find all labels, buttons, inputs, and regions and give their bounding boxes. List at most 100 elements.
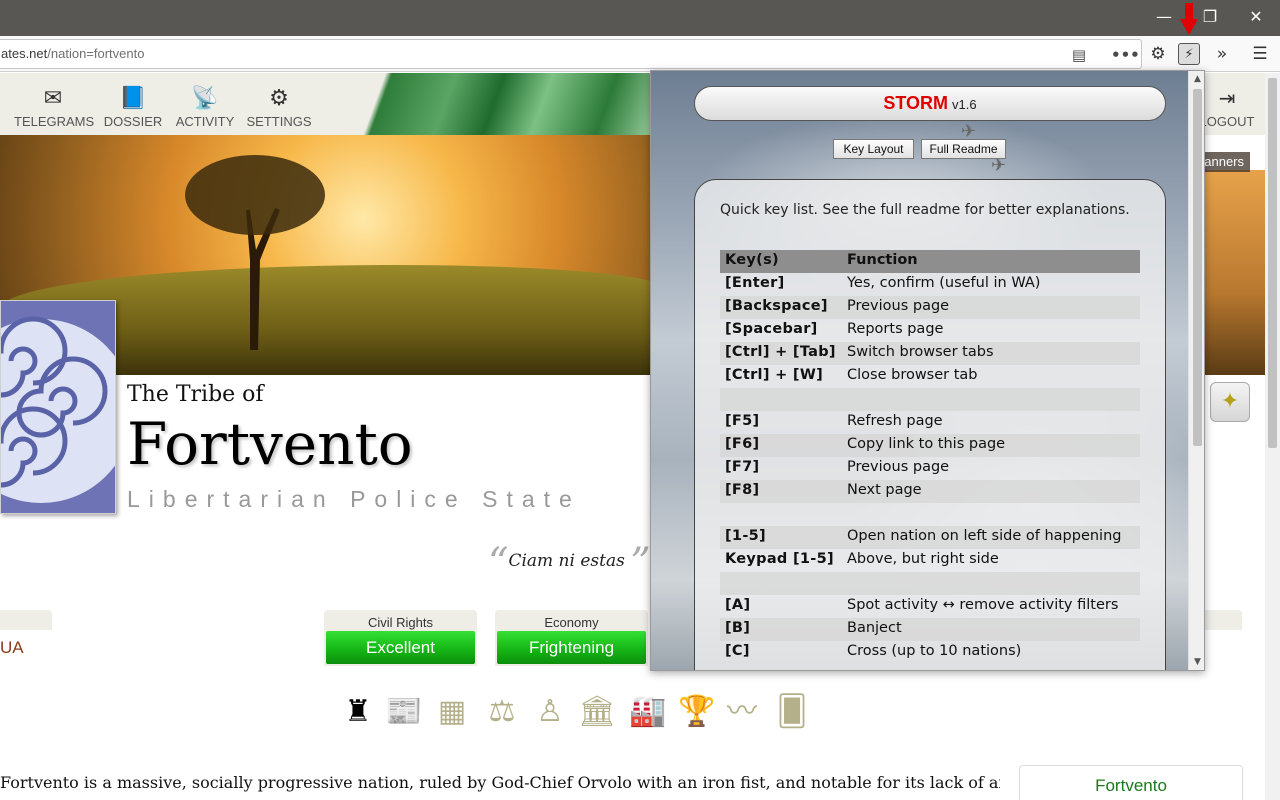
function-cell: Switch browser tabs bbox=[847, 344, 994, 360]
minimize-button[interactable]: — bbox=[1152, 6, 1176, 28]
function-cell: Previous page bbox=[847, 298, 950, 314]
function-cell: Next page bbox=[847, 482, 922, 498]
government-building-icon[interactable]: 🏛 bbox=[576, 692, 618, 732]
function-cell: Cross (up to 10 nations) bbox=[847, 643, 1022, 659]
reader-view-icon[interactable]: ▤ bbox=[1069, 45, 1089, 65]
nation-category: Libertarian Police State bbox=[127, 486, 581, 512]
nav-activity[interactable]: 📡 ACTIVITY bbox=[174, 85, 236, 130]
trophy-icon[interactable]: 🏆 bbox=[676, 692, 718, 732]
triskelion-icon bbox=[1, 316, 115, 503]
function-cell: Reports page bbox=[847, 321, 944, 337]
nation-pretitle: The Tribe of bbox=[127, 382, 264, 407]
close-button[interactable]: ✕ bbox=[1244, 6, 1268, 28]
settings-gear-icon[interactable]: ⚙ bbox=[1146, 43, 1170, 65]
document-icon[interactable]: ▦ bbox=[432, 692, 472, 732]
nav-logout[interactable]: ⇥ LOGOUT bbox=[1196, 86, 1258, 129]
nav-settings[interactable]: ⚙ SETTINGS bbox=[246, 85, 312, 130]
stat-economy[interactable]: Economy Frightening bbox=[495, 610, 648, 666]
banner-tree bbox=[185, 155, 325, 350]
key-table-body: [Enter] Yes, confirm (useful in WA) [Backs… bbox=[720, 273, 1140, 664]
nation-motto: “Ciam ni estas ” bbox=[488, 540, 651, 586]
key-cell: Keypad [1-5] bbox=[725, 551, 834, 567]
newspaper-icon[interactable]: 📰 bbox=[382, 692, 426, 732]
function-cell: Above, but right side bbox=[847, 551, 999, 567]
person-icon[interactable]: ♙ bbox=[532, 692, 568, 732]
header-keys: Key(s) bbox=[725, 252, 779, 268]
endorse-stamp-icon[interactable]: ✦ bbox=[1210, 382, 1250, 422]
table-row: [Ctrl] + [Tab] Switch browser tabs bbox=[720, 342, 1140, 365]
function-cell: Yes, confirm (useful in WA) bbox=[847, 275, 1041, 291]
scroll-up-icon[interactable]: ▲ bbox=[1189, 71, 1204, 87]
url-bar[interactable]: ates.net/nation=fortvento ▤ ••• bbox=[0, 39, 1142, 69]
key-table-header: Key(s) Function bbox=[720, 250, 1140, 273]
scroll-down-icon[interactable]: ▼ bbox=[1189, 654, 1204, 670]
navbar-decoration bbox=[360, 73, 660, 135]
restore-button[interactable]: ❐ bbox=[1198, 6, 1222, 28]
key-layout-button[interactable]: Key Layout bbox=[833, 139, 914, 159]
key-cell: [F7] bbox=[725, 459, 760, 475]
table-row: [F7] Previous page bbox=[720, 457, 1140, 480]
stat-civil-rights[interactable]: Civil Rights Excellent bbox=[324, 610, 477, 666]
popup-scrollbar[interactable]: ▲ ▼ bbox=[1188, 71, 1204, 670]
table-row: [Backspace] Previous page bbox=[720, 296, 1140, 319]
function-cell: Open nation on left side of happening bbox=[847, 528, 1122, 544]
function-cell: Spot activity ↔ remove activity filters bbox=[847, 597, 1119, 613]
storm-popup: ✈ ✈ ✈ STORMv1.6 Key Layout Full Readme Q… bbox=[650, 70, 1205, 671]
nav-telegrams[interactable]: ✉ TELEGRAMS bbox=[14, 86, 95, 130]
satellite-dish-icon: 📡 bbox=[191, 85, 219, 110]
scales-icon[interactable]: ⚖ bbox=[478, 692, 526, 732]
screen: — ❐ ✕ ates.net/nation=fortvento ▤ ••• ⚙ … bbox=[0, 0, 1280, 800]
nation-sidebox[interactable]: Fortvento bbox=[1019, 765, 1243, 800]
header-function: Function bbox=[847, 252, 918, 268]
table-row: [Enter] Yes, confirm (useful in WA) bbox=[720, 273, 1140, 296]
function-cell: Refresh page bbox=[847, 413, 943, 429]
key-cell: [1-5] bbox=[725, 528, 766, 544]
page-scrollbar[interactable] bbox=[1265, 73, 1280, 800]
function-cell: Close browser tab bbox=[847, 367, 978, 383]
key-cell: [F8] bbox=[725, 482, 760, 498]
stat-value: Frightening bbox=[497, 631, 646, 664]
storm-extension-icon[interactable]: ⚡ bbox=[1178, 43, 1200, 65]
key-cell: [C] bbox=[725, 643, 750, 659]
stat-label: Civil Rights bbox=[367, 615, 433, 630]
hamburger-menu-icon[interactable]: ☰ bbox=[1248, 43, 1272, 65]
table-row: [B] Banject bbox=[720, 618, 1140, 641]
factory-icon[interactable]: 🏭 bbox=[626, 692, 670, 732]
function-cell: Copy link to this page bbox=[847, 436, 1006, 452]
table-row: [F5] Refresh page bbox=[720, 411, 1140, 434]
table-row: [F8] Next page bbox=[720, 480, 1140, 503]
table-row: [Ctrl] + [W] Close browser tab bbox=[720, 365, 1140, 388]
browser-titlebar: — ❐ ✕ bbox=[0, 0, 1280, 36]
nation-flag[interactable] bbox=[0, 300, 116, 514]
url-path: /nation=fortvento bbox=[47, 46, 145, 61]
nav-logout-label: LOGOUT bbox=[1199, 114, 1255, 129]
table-row: [F6] Copy link to this page bbox=[720, 434, 1140, 457]
popup-scrollbar-thumb[interactable] bbox=[1193, 89, 1202, 446]
storm-header: STORM v1.6 bbox=[694, 86, 1166, 121]
gears-icon: ⚙ bbox=[269, 85, 289, 110]
page-actions-icon[interactable]: ••• bbox=[1111, 45, 1140, 65]
page-scrollbar-thumb[interactable] bbox=[1268, 78, 1277, 448]
logout-icon: ⇥ bbox=[1218, 88, 1236, 110]
nav-dossier[interactable]: 📘 DOSSIER bbox=[102, 85, 164, 130]
red-arrow-icon bbox=[1180, 3, 1198, 35]
book-icon: 📘 bbox=[119, 85, 147, 110]
table-row: Keypad [1-5] Above, but right side bbox=[720, 549, 1140, 572]
key-table: Key(s) Function [Enter] Yes, confirm (use… bbox=[720, 250, 1140, 664]
function-cell: Previous page bbox=[847, 459, 950, 475]
table-row bbox=[720, 503, 1140, 526]
full-readme-button[interactable]: Full Readme bbox=[921, 139, 1006, 159]
cards-icon[interactable]: 🂠 bbox=[766, 692, 818, 732]
table-row: [A] Spot activity ↔ remove activity filte… bbox=[720, 595, 1140, 618]
key-cell: [Ctrl] + [Tab] bbox=[725, 344, 836, 360]
nav-telegrams-label: TELEGRAMS bbox=[14, 114, 95, 129]
trend-icon[interactable]: 〰 bbox=[722, 692, 762, 732]
key-cell: [Enter] bbox=[725, 275, 785, 291]
pillar-icon[interactable]: ♜ bbox=[340, 692, 376, 732]
key-list-intro: Quick key list. See the full readme for … bbox=[720, 202, 1130, 218]
close-quote-icon: ” bbox=[630, 540, 651, 586]
key-cell: [Spacebar] bbox=[725, 321, 818, 337]
nav-activity-label: ACTIVITY bbox=[175, 114, 235, 129]
overflow-chevron-icon[interactable]: » bbox=[1210, 43, 1234, 65]
wa-status-label[interactable]: UA bbox=[0, 638, 24, 658]
